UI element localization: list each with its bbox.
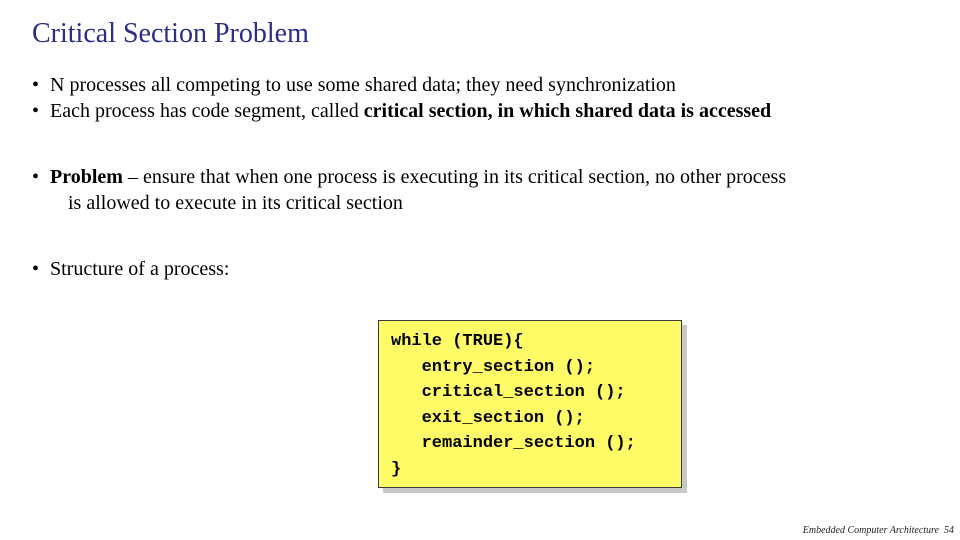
footer-text: Embedded Computer Architecture (803, 525, 939, 536)
code-box: while (TRUE){ entry_section (); critical… (378, 320, 682, 488)
footer: Embedded Computer Architecture 54 (803, 525, 954, 536)
code-line: entry_section (); (391, 358, 595, 377)
slide: Critical Section Problem N processes all… (0, 0, 960, 540)
bullet-list: N processes all competing to use some sh… (32, 72, 928, 124)
bullet-text: is allowed to execute in its critical se… (50, 190, 928, 216)
bullet-list: Structure of a process: (32, 256, 928, 282)
code-line: remainder_section (); (391, 434, 636, 453)
bullet-bold: critical section, in which shared data i… (364, 100, 771, 122)
slide-title: Critical Section Problem (32, 18, 928, 50)
bullet-text: Structure of a process: (50, 258, 229, 280)
bullet-text: N processes all competing to use some sh… (50, 74, 676, 96)
bullet-bold: Problem (50, 166, 123, 188)
code-line: critical_section (); (391, 383, 626, 402)
bullet-item: Structure of a process: (32, 256, 928, 282)
bullet-list: Problem – ensure that when one process i… (32, 164, 928, 216)
code-line: exit_section (); (391, 409, 585, 428)
bullet-text: Each process has code segment, called (50, 100, 364, 122)
spacer (32, 124, 928, 164)
bullet-text: – ensure that when one process is execut… (123, 166, 786, 188)
code-line: } (391, 460, 401, 479)
bullet-item: Each process has code segment, called cr… (32, 98, 928, 124)
page-number: 54 (944, 525, 954, 536)
spacer (32, 216, 928, 256)
code-block: while (TRUE){ entry_section (); critical… (378, 320, 682, 488)
code-line: while (TRUE){ (391, 332, 524, 351)
bullet-item: N processes all competing to use some sh… (32, 72, 928, 98)
bullet-item: Problem – ensure that when one process i… (32, 164, 928, 216)
